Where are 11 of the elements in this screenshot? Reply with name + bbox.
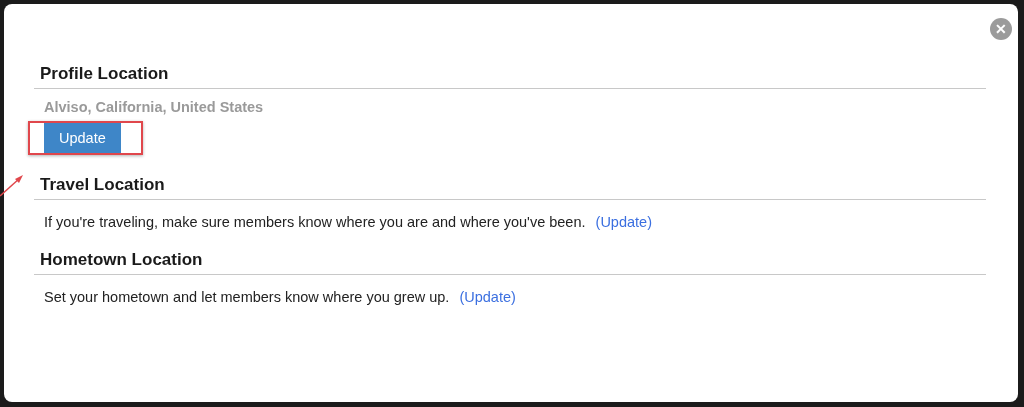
section-description: If you're traveling, make sure members know where you are and where you've been. (Update) (44, 214, 653, 230)
section-heading: Hometown Location (34, 250, 986, 275)
update-link[interactable]: (Update) (459, 289, 516, 305)
section-description: Set your hometown and let members know where you grew up. (Update) (44, 289, 517, 305)
update-button[interactable]: Update (44, 123, 121, 153)
arrow-annotation (0, 172, 26, 198)
section-heading: Profile Location (34, 64, 986, 89)
section-heading: Travel Location (34, 175, 986, 200)
close-button[interactable]: ✕ (990, 18, 1012, 40)
location-value: Alviso, California, United States (44, 99, 265, 115)
update-link[interactable]: (Update) (595, 214, 652, 230)
